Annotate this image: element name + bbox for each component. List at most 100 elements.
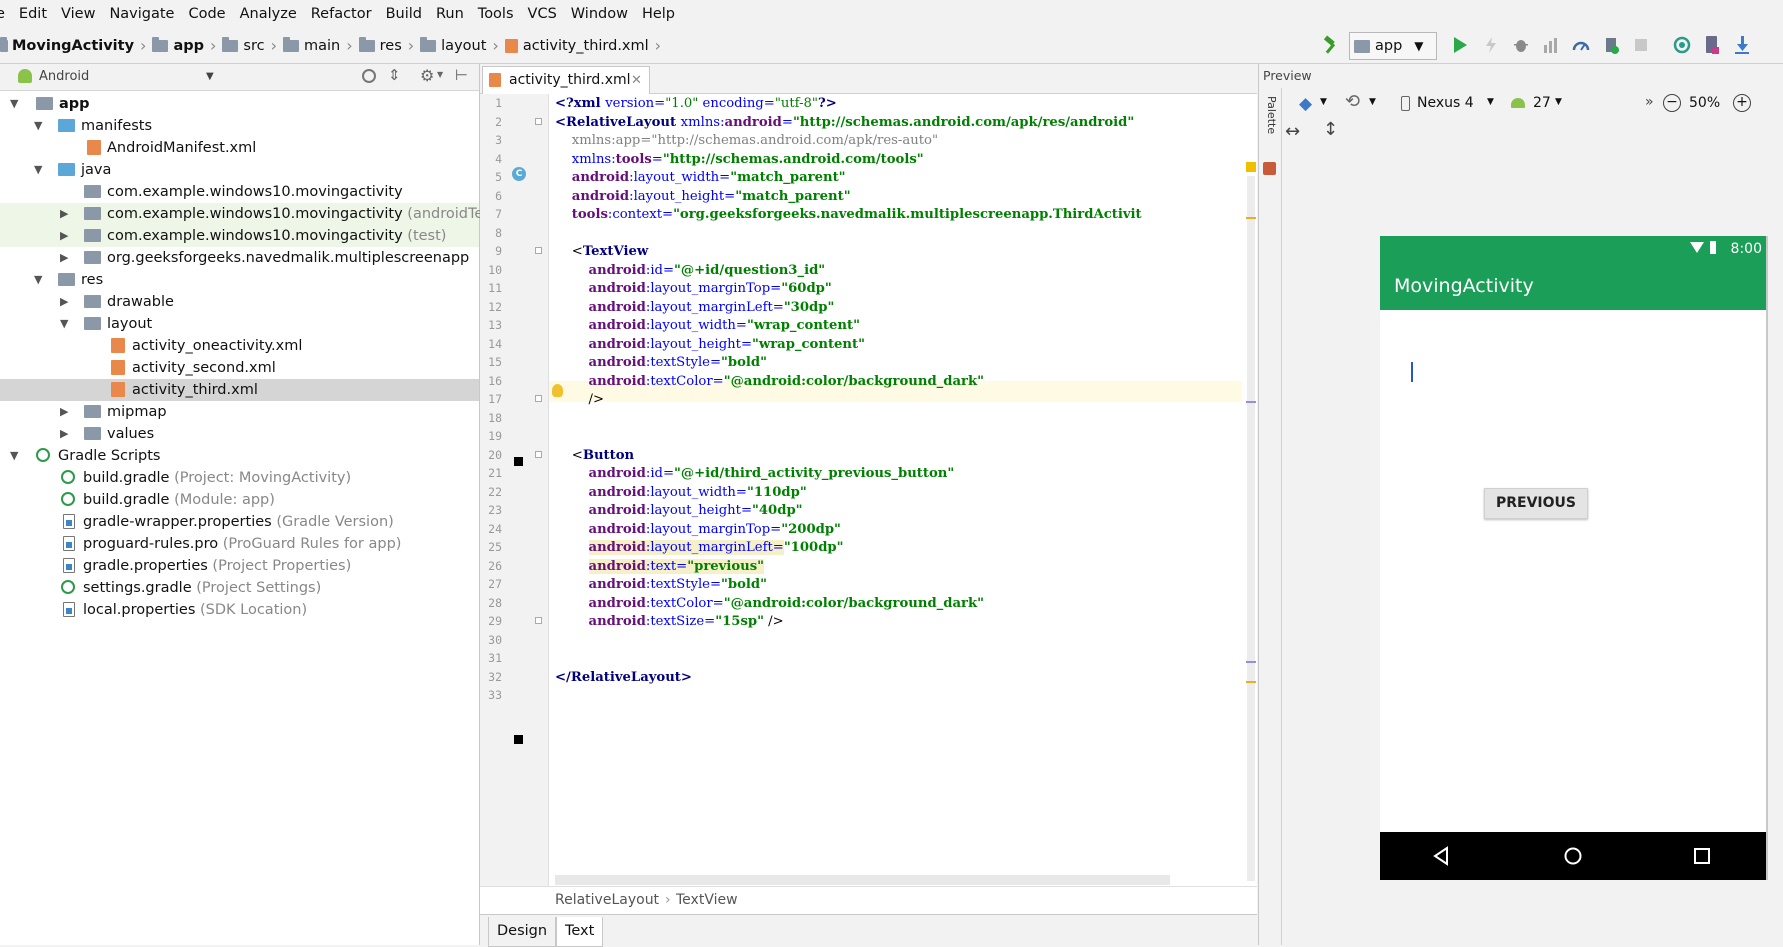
menu-navigate[interactable]: Navigate (102, 0, 181, 28)
chevron-right-icon[interactable]: ▶ (60, 203, 68, 225)
run-icon[interactable] (1447, 32, 1473, 58)
avd-manager-icon[interactable] (1699, 32, 1725, 58)
stop-icon[interactable] (1628, 32, 1654, 58)
color-swatch-icon[interactable] (514, 457, 523, 466)
recents-icon[interactable] (1693, 847, 1711, 865)
tree-item-app[interactable]: ▼ app (0, 93, 479, 115)
menu-view[interactable]: View (54, 0, 102, 28)
profile-icon[interactable] (1538, 32, 1564, 58)
apply-changes-icon[interactable] (1478, 32, 1504, 58)
menu-analyze[interactable]: Analyze (233, 0, 304, 28)
collapse-icon[interactable]: ⇕ (388, 66, 401, 84)
gear-icon[interactable]: ⚙ (420, 66, 434, 85)
toolbar-overflow[interactable]: » (1645, 94, 1654, 110)
horizontal-scrollbar[interactable] (555, 875, 1170, 885)
breadcrumb-res[interactable]: res (380, 38, 402, 54)
debug-icon[interactable] (1508, 32, 1534, 58)
tree-item-res[interactable]: ▼ res (0, 269, 479, 291)
tree-item-package[interactable]: com.example.windows10.movingactivity (0, 181, 479, 203)
chevron-right-icon[interactable]: ▶ (60, 291, 68, 313)
tree-item-build-gradle-module[interactable]: build.gradle (Module: app) (0, 489, 479, 511)
breadcrumb-src[interactable]: src (243, 38, 264, 54)
tree-item-package-androidtest[interactable]: ▶ com.example.windows10.movingactivity (… (0, 203, 502, 225)
tree-item-package-test[interactable]: ▶ com.example.windows10.movingactivity (… (0, 225, 479, 247)
xml-breadcrumb-relativelayout[interactable]: RelativeLayout (555, 887, 659, 913)
tree-item-java[interactable]: ▼ java (0, 159, 479, 181)
chevron-down-icon[interactable]: ▼ (206, 64, 214, 90)
run-config-select[interactable]: app ▼ (1349, 32, 1437, 60)
zoom-out-icon[interactable]: − (1663, 94, 1681, 112)
sync-gradle-icon[interactable] (1669, 32, 1695, 58)
breadcrumb-app[interactable]: app (173, 38, 204, 54)
tree-item-gradle-properties[interactable]: gradle.properties (Project Properties) (0, 555, 479, 577)
tree-item-local-properties[interactable]: local.properties (SDK Location) (0, 599, 479, 621)
chevron-down-icon[interactable]: ▼ (1487, 97, 1494, 107)
menu-edit[interactable]: Edit (12, 0, 54, 28)
tree-item-settings-gradle[interactable]: settings.gradle (Project Settings) (0, 577, 479, 599)
tree-item-gradle-scripts[interactable]: ▼ Gradle Scripts (0, 445, 479, 467)
breadcrumb-main[interactable]: main (304, 38, 340, 54)
tree-item-mipmap[interactable]: ▶ mipmap (0, 401, 479, 423)
breadcrumb-layout[interactable]: layout (441, 38, 486, 54)
menu-code[interactable]: Code (181, 0, 232, 28)
tab-design[interactable]: Design (488, 917, 557, 947)
tree-item-package-org[interactable]: ▶ org.geeksforgeeks.navedmalik.multiples… (0, 247, 479, 269)
previous-button[interactable]: PREVIOUS (1484, 488, 1588, 519)
tree-item-proguard[interactable]: proguard-rules.pro (ProGuard Rules for a… (0, 533, 479, 555)
layers-icon[interactable]: ◆ (1299, 94, 1312, 114)
tree-item-manifests[interactable]: ▼ manifests (0, 115, 479, 137)
profiler-gauge-icon[interactable] (1568, 32, 1594, 58)
chevron-down-icon[interactable]: ▼ (60, 313, 68, 335)
api-level-select[interactable]: 27 (1533, 95, 1551, 111)
chevron-down-icon[interactable]: ▼ (1320, 97, 1327, 107)
chevron-down-icon[interactable]: ▼ (437, 70, 443, 79)
tree-item-gradle-wrapper[interactable]: gradle-wrapper.properties (Gradle Versio… (0, 511, 479, 533)
fold-icon[interactable] (535, 617, 542, 624)
attach-debugger-icon[interactable] (1598, 32, 1624, 58)
chevron-down-icon[interactable]: ▼ (34, 269, 42, 291)
chevron-right-icon[interactable]: ▶ (60, 225, 68, 247)
resize-horizontal-icon[interactable]: ↔ (1285, 121, 1300, 142)
chevron-down-icon[interactable]: ▼ (10, 93, 18, 115)
chevron-right-icon[interactable]: ▶ (60, 401, 68, 423)
tree-item-layout[interactable]: ▼ layout (0, 313, 479, 335)
chevron-down-icon[interactable]: ▼ (1555, 97, 1562, 107)
chevron-right-icon[interactable]: ▶ (60, 423, 68, 445)
menu-refactor[interactable]: Refactor (304, 0, 379, 28)
breadcrumb-file[interactable]: activity_third.xml (523, 38, 649, 54)
sdk-manager-icon[interactable] (1729, 32, 1755, 58)
project-view-select[interactable]: Android (39, 64, 89, 90)
tree-item-values[interactable]: ▶ values (0, 423, 479, 445)
chevron-down-icon[interactable]: ▼ (10, 445, 18, 467)
chevron-down-icon[interactable]: ▼ (34, 159, 42, 181)
fold-icon[interactable] (535, 247, 542, 254)
zoom-in-icon[interactable]: + (1733, 94, 1751, 112)
tree-item-activity-second[interactable]: activity_second.xml (0, 357, 479, 379)
hide-panel-icon[interactable]: ⊢ (455, 66, 468, 84)
menu-vcs[interactable]: VCS (521, 0, 564, 28)
tree-item-activity-third[interactable]: activity_third.xml (0, 379, 479, 401)
tab-text[interactable]: Text (556, 917, 604, 947)
home-icon[interactable] (1563, 846, 1583, 866)
fold-icon[interactable] (535, 395, 542, 402)
chevron-down-icon[interactable]: ▼ (1369, 97, 1376, 107)
device-preview[interactable]: 8:00 MovingActivity PREVIOUS (1380, 236, 1766, 880)
color-swatch-icon[interactable] (514, 735, 523, 744)
xml-breadcrumb-textview[interactable]: TextView (676, 887, 738, 913)
palette-tab[interactable]: Palette (1262, 96, 1278, 156)
chevron-down-icon[interactable]: ▼ (34, 115, 42, 137)
menu-tools[interactable]: Tools (471, 0, 521, 28)
menu-build[interactable]: Build (379, 0, 429, 28)
fold-icon[interactable] (535, 117, 542, 125)
build-hammer-icon[interactable] (1318, 32, 1344, 58)
breadcrumb-project[interactable]: MovingActivity (12, 38, 134, 54)
device-select[interactable]: Nexus 4 (1417, 95, 1474, 111)
back-icon[interactable] (1432, 846, 1450, 866)
menu-help[interactable]: Help (635, 0, 682, 28)
tree-item-activity-oneactivity[interactable]: activity_oneactivity.xml (0, 335, 479, 357)
menu-file[interactable]: e (0, 0, 12, 28)
editor-scrollbar[interactable] (1247, 176, 1255, 881)
chevron-right-icon[interactable]: ▶ (60, 247, 68, 269)
locate-icon[interactable] (362, 69, 376, 83)
menu-window[interactable]: Window (564, 0, 635, 28)
